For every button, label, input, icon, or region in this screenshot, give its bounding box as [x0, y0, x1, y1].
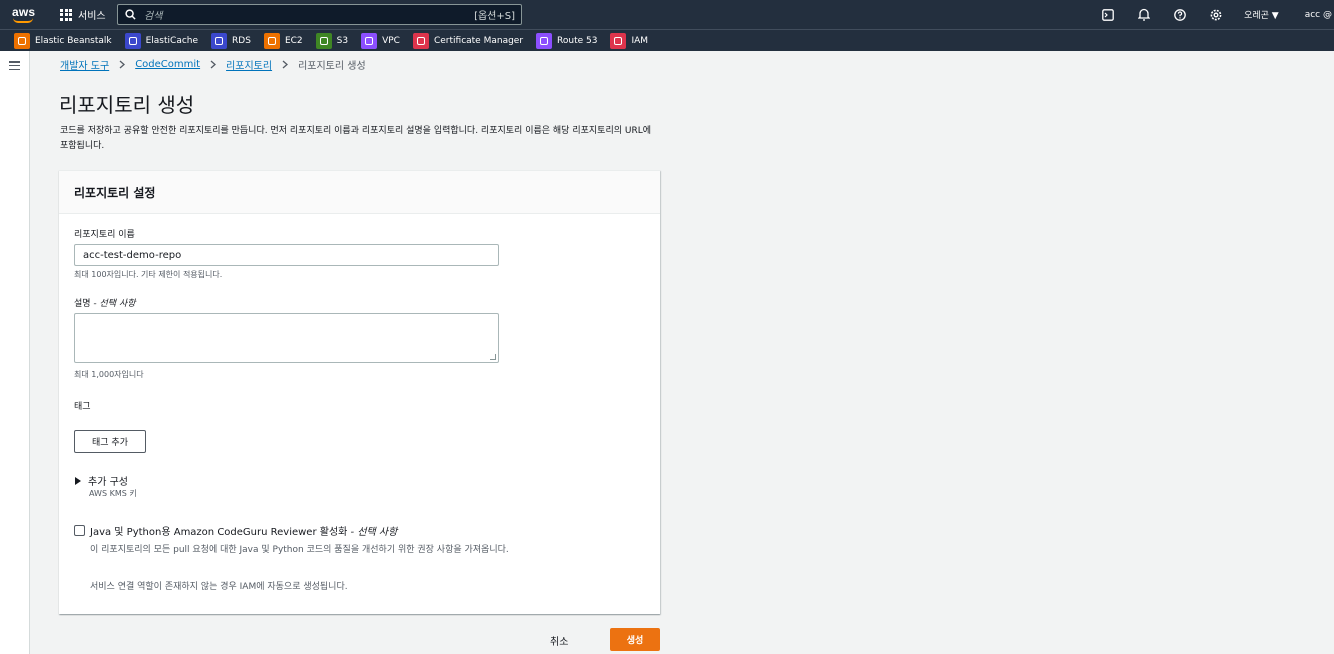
- repository-name-input[interactable]: acc-test-demo-repo: [74, 244, 499, 266]
- page-title: 리포지토리 생성: [59, 93, 195, 117]
- elasticache-icon: [124, 32, 141, 49]
- additional-configuration-subtext: AWS KMS 키: [89, 489, 137, 498]
- vpc-icon: [361, 32, 378, 49]
- search-shortcut: [옵션+S]: [474, 11, 515, 22]
- s3-icon: [315, 32, 332, 49]
- repository-name-hint: 최대 100자입니다. 기타 제한이 적용됩니다.: [74, 270, 223, 279]
- search-placeholder: 검색: [144, 11, 163, 22]
- codeguru-label-text: Java 및 Python용 Amazon CodeGuru Reviewer …: [90, 527, 348, 538]
- description-label-text: 설명: [74, 299, 91, 309]
- additional-configuration-label: 추가 구성: [88, 477, 128, 488]
- breadcrumb-codecommit[interactable]: CodeCommit: [135, 59, 200, 70]
- side-navigation-strip: [0, 51, 30, 654]
- settings-gear-icon[interactable]: [1209, 8, 1223, 22]
- favorite-elasticache[interactable]: ElastiCache: [124, 32, 199, 49]
- favorite-label: Route 53: [557, 35, 598, 46]
- favorite-iam[interactable]: IAM: [610, 32, 649, 49]
- description-label: 설명 - 선택 사항: [74, 296, 136, 309]
- tags-label: 태그: [74, 402, 91, 412]
- elastic-beanstalk-icon: [14, 32, 30, 49]
- favorite-vpc[interactable]: VPC: [361, 32, 400, 49]
- add-tag-button[interactable]: 태그 추가: [74, 430, 146, 453]
- aws-logo-text: aws: [12, 4, 36, 19]
- cancel-button[interactable]: 취소: [550, 633, 568, 648]
- favorite-label: VPC: [382, 35, 400, 46]
- region-selector[interactable]: 오레곤 ▼: [1244, 8, 1279, 21]
- breadcrumb: 개발자 도구 CodeCommit 리포지토리 리포지토리 생성: [60, 57, 366, 72]
- route-53-icon: [536, 32, 553, 49]
- codeguru-optional-text: - 선택 사항: [347, 527, 398, 538]
- chevron-right-icon: [278, 60, 292, 69]
- codeguru-checkbox[interactable]: [74, 525, 85, 536]
- favorite-label: RDS: [232, 35, 251, 46]
- chevron-right-icon: [115, 60, 129, 69]
- description-textarea[interactable]: [74, 313, 499, 363]
- chevron-right-icon: [206, 60, 220, 69]
- services-label: 서비스: [78, 11, 106, 22]
- favorite-s3[interactable]: S3: [315, 32, 349, 49]
- additional-configuration-expander[interactable]: 추가 구성: [75, 473, 128, 488]
- page-description: 코드를 저장하고 공유할 안전한 리포지토리를 만듭니다. 먼저 리포지토리 이…: [60, 126, 651, 151]
- favorite-label: EC2: [284, 35, 303, 46]
- favorite-label: Elastic Beanstalk: [35, 35, 112, 46]
- resize-grip-icon[interactable]: [490, 354, 496, 360]
- top-right-controls: 오레곤 ▼ acc @: [1090, 0, 1334, 29]
- repository-settings-panel: 리포지토리 설정 리포지토리 이름 acc-test-demo-repo 최대 …: [59, 170, 660, 614]
- create-button[interactable]: 생성: [610, 628, 660, 651]
- aws-smile-icon: [13, 18, 33, 23]
- notifications-bell-icon[interactable]: [1137, 8, 1151, 22]
- panel-header: 리포지토리 설정: [59, 171, 660, 214]
- help-icon[interactable]: [1173, 8, 1187, 22]
- top-navigation-bar: aws 서비스 검색 [옵션+S] 오레곤 ▼ acc @: [0, 0, 1334, 29]
- ec2-icon: [263, 32, 280, 49]
- grid-icon: [60, 8, 72, 21]
- favorite-label: S3: [336, 35, 349, 46]
- favorite-elastic-beanstalk[interactable]: Elastic Beanstalk: [14, 32, 112, 49]
- favorite-rds[interactable]: RDS: [211, 32, 251, 49]
- favorites-bar: Elastic Beanstalk ElastiCache RDS EC2 S3…: [0, 29, 1334, 51]
- hamburger-menu-icon[interactable]: [9, 61, 20, 70]
- favorite-label: ElastiCache: [145, 35, 199, 46]
- aws-logo[interactable]: aws: [10, 4, 42, 26]
- favorite-ec2[interactable]: EC2: [263, 32, 303, 49]
- favorite-label: IAM: [631, 35, 649, 46]
- breadcrumb-repositories[interactable]: 리포지토리: [226, 57, 272, 72]
- favorite-route-53[interactable]: Route 53: [536, 32, 598, 49]
- favorite-certificate-manager[interactable]: Certificate Manager: [412, 32, 524, 49]
- codeguru-label[interactable]: Java 및 Python용 Amazon CodeGuru Reviewer …: [90, 523, 397, 538]
- codeguru-description: 이 리포지토리의 모든 pull 요청에 대한 Java 및 Python 코드…: [90, 545, 509, 555]
- breadcrumb-developer-tools[interactable]: 개발자 도구: [60, 57, 109, 72]
- codeguru-service-role-note: 서비스 연결 역할이 존재하지 않는 경우 IAM에 자동으로 생성됩니다.: [90, 582, 348, 592]
- certificate-manager-icon: [412, 32, 429, 49]
- services-menu-button[interactable]: 서비스: [60, 7, 106, 22]
- repository-name-label: 리포지토리 이름: [74, 230, 135, 240]
- description-optional-text: - 선택 사항: [90, 299, 136, 309]
- breadcrumb-current: 리포지토리 생성: [298, 61, 366, 72]
- caret-right-icon: [75, 476, 81, 485]
- cloudshell-icon[interactable]: [1101, 8, 1115, 22]
- search-input[interactable]: 검색 [옵션+S]: [117, 4, 522, 25]
- iam-icon: [610, 32, 627, 49]
- favorite-label: Certificate Manager: [433, 35, 524, 46]
- rds-icon: [211, 32, 228, 49]
- description-hint: 최대 1,000자입니다: [74, 370, 144, 379]
- account-menu[interactable]: acc @: [1305, 10, 1332, 20]
- search-icon: [125, 9, 136, 20]
